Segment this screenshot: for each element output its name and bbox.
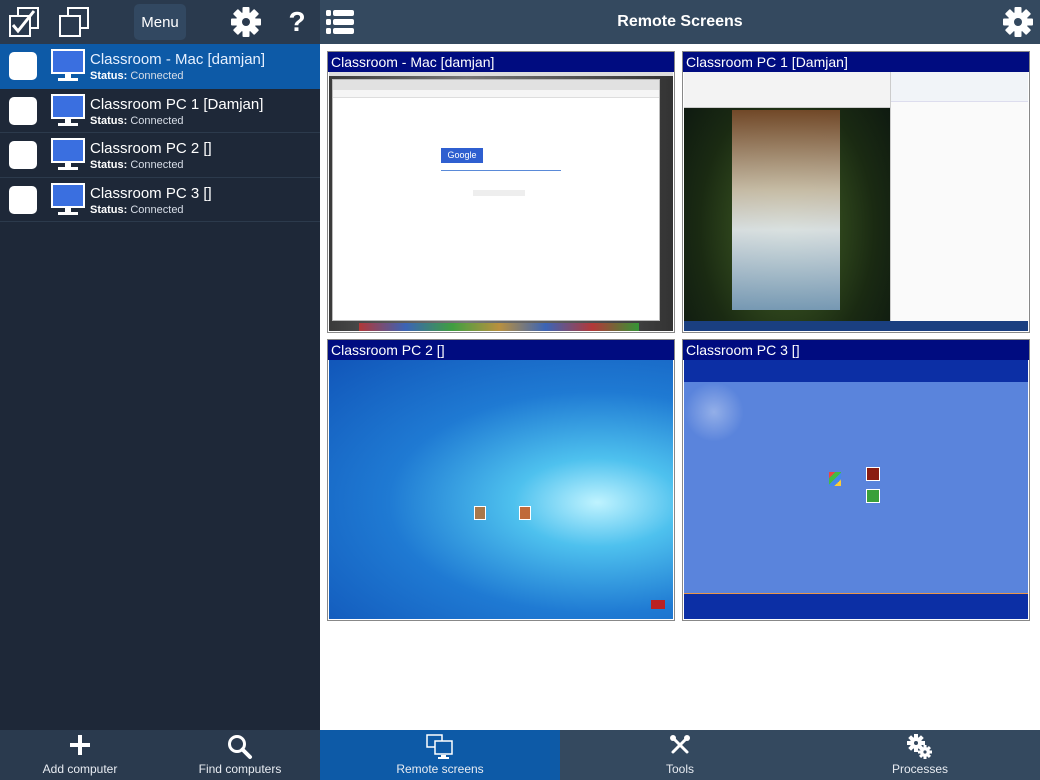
remote-screen-tile[interactable]: Classroom PC 1 [Damjan]	[682, 51, 1030, 333]
computer-list-item[interactable]: Classroom - Mac [damjan] Status: Connect…	[0, 44, 320, 89]
status-value: Connected	[130, 203, 184, 216]
screen-thumbnail	[329, 360, 673, 619]
screen-title: Classroom - Mac [damjan]	[328, 52, 674, 72]
computer-name: Classroom - Mac [damjan]	[90, 51, 266, 68]
tab-label: Find computers	[198, 762, 282, 776]
computer-status: Status: Connected	[90, 115, 184, 127]
computer-checkbox[interactable]	[9, 52, 37, 80]
screen-title: Classroom PC 1 [Damjan]	[683, 52, 1029, 72]
status-value: Connected	[130, 159, 184, 171]
dock	[359, 323, 639, 331]
sidebar: Menu ? Classroom - Mac [damjan] Status: …	[0, 0, 320, 780]
computer-checkbox[interactable]	[9, 185, 37, 214]
tab-add-computer[interactable]: Add computer	[0, 730, 160, 780]
main-panel: Remote Screens Classroom - Mac [damjan]	[320, 0, 1040, 730]
computer-name: Classroom PC 1 [Damjan]	[90, 95, 264, 113]
monitor-icon	[51, 93, 85, 126]
status-label: Status:	[90, 159, 128, 171]
select-all-button[interactable]	[6, 0, 42, 44]
check-all-icon	[9, 7, 39, 37]
user-avatar	[866, 467, 880, 481]
browser-window: Google	[332, 79, 660, 321]
file-explorer	[890, 72, 1028, 331]
remote-screen-tile[interactable]: Classroom - Mac [damjan] Google	[327, 51, 675, 333]
screen-title: Classroom PC 2 []	[328, 340, 674, 360]
sidebar-toolbar: Menu ?	[0, 0, 320, 44]
tab-tools[interactable]: Tools	[560, 730, 800, 780]
tab-label: Remote screens	[396, 762, 484, 776]
windows-logo-icon	[829, 472, 841, 486]
status-value: Connected	[130, 70, 184, 82]
status-label: Status:	[90, 203, 128, 216]
status-label: Status:	[90, 70, 128, 82]
app: Menu ? Classroom - Mac [damjan] Status: …	[0, 0, 1040, 780]
user-avatar	[866, 489, 880, 503]
status-value: Connected	[130, 114, 184, 127]
computer-status: Status: Connected	[90, 204, 184, 216]
monitor-icon	[51, 49, 85, 81]
computer-list-item[interactable]: Classroom PC 1 [Damjan] Status: Connecte…	[0, 89, 320, 133]
computer-list-item[interactable]: Classroom PC 3 [] Status: Connected	[0, 178, 320, 222]
settings-button[interactable]	[228, 0, 264, 44]
gears-icon	[907, 734, 932, 759]
main-header: Remote Screens	[320, 0, 1040, 44]
monitors-icon	[426, 734, 453, 759]
computer-checkbox[interactable]	[9, 96, 37, 125]
menu-button[interactable]: Menu	[134, 4, 186, 40]
monitor-icon	[51, 182, 85, 215]
gear-icon	[231, 7, 261, 37]
user-avatar	[519, 506, 531, 520]
computer-status: Status: Connected	[90, 70, 184, 82]
tab-label: Add computer	[42, 762, 118, 776]
user-avatar	[474, 506, 486, 520]
tab-label: Tools	[665, 762, 694, 776]
status-label: Status:	[90, 114, 128, 127]
plus-icon	[70, 735, 90, 755]
tools-icon	[670, 735, 690, 754]
tab-label: Processes	[891, 762, 949, 776]
screen-thumbnail: Google	[329, 72, 673, 331]
search-icon	[228, 735, 252, 759]
bottom-tab-bar: Add computer Find computers Remote scree…	[0, 730, 1040, 780]
help-icon: ?	[288, 6, 306, 37]
taskbar	[684, 321, 1028, 331]
gear-icon[interactable]	[1002, 6, 1034, 38]
help-button[interactable]: ?	[282, 0, 312, 44]
computer-name: Classroom PC 3 []	[90, 184, 212, 202]
computer-checkbox[interactable]	[9, 141, 37, 169]
deselect-all-button[interactable]	[56, 0, 92, 44]
google-doodle: Google	[441, 148, 483, 163]
monitor-icon	[51, 138, 85, 170]
tab-remote-screens[interactable]: Remote screens	[320, 730, 560, 780]
screen-thumbnail	[684, 72, 1028, 331]
screen-thumbnail	[684, 360, 1028, 619]
remote-screen-tile[interactable]: Classroom PC 2 []	[327, 339, 675, 621]
power-icon	[651, 600, 665, 609]
tab-find-computers[interactable]: Find computers	[160, 730, 320, 780]
uncheck-all-icon	[59, 7, 89, 37]
computer-name: Classroom PC 2 []	[90, 140, 212, 157]
computer-list: Classroom - Mac [damjan] Status: Connect…	[0, 44, 320, 222]
computer-status: Status: Connected	[90, 159, 184, 171]
tab-processes[interactable]: Processes	[800, 730, 1040, 780]
page-title: Remote Screens	[617, 13, 743, 30]
remote-screen-tile[interactable]: Classroom PC 3 []	[682, 339, 1030, 621]
screen-title: Classroom PC 3 []	[683, 340, 1029, 360]
computer-list-item[interactable]: Classroom PC 2 [] Status: Connected	[0, 133, 320, 178]
